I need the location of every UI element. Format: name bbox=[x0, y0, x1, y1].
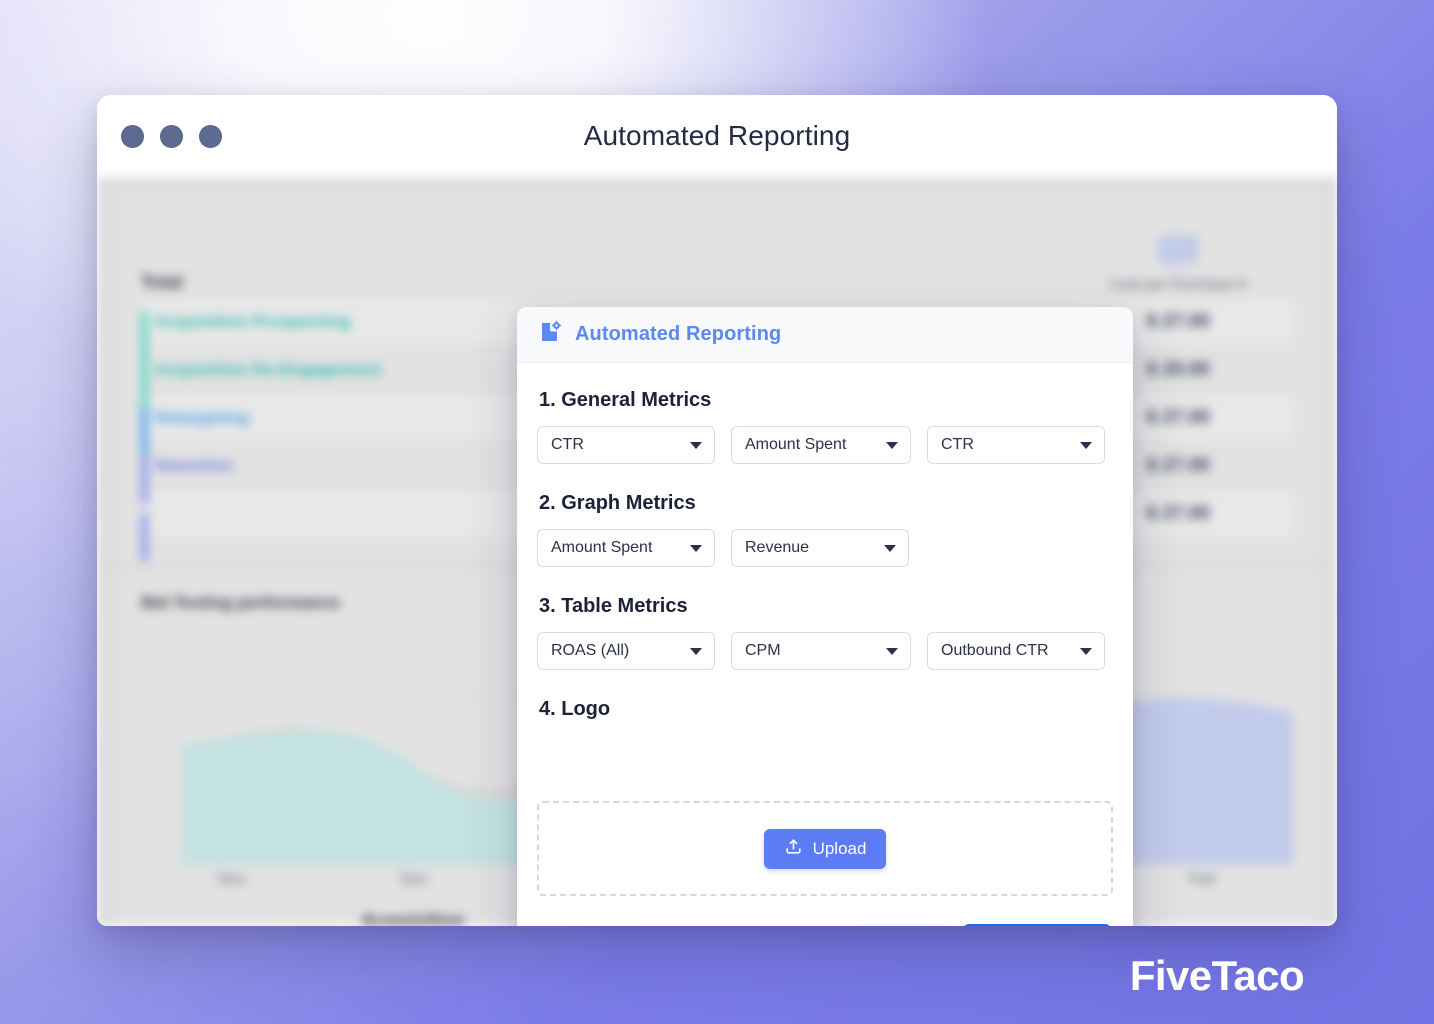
table-header-row: Total Cost per Purchase ▾ bbox=[141, 211, 1293, 297]
x-axis-tick-label: Nov bbox=[217, 871, 247, 888]
traffic-light-controls[interactable] bbox=[121, 124, 222, 148]
graph-metric-2-value: Revenue bbox=[745, 539, 810, 556]
table-row-color-bar bbox=[141, 406, 148, 456]
table-metric-3-select[interactable]: Outbound CTR bbox=[927, 632, 1105, 670]
table-metric-3-value: Outbound CTR bbox=[941, 642, 1049, 659]
upload-icon bbox=[784, 837, 803, 861]
general-metric-2-select[interactable]: Amount Spent bbox=[731, 426, 911, 464]
section-label-table-metrics: 3. Table Metrics bbox=[539, 595, 688, 617]
chevron-down-icon bbox=[690, 544, 702, 552]
table-metric-1-select[interactable]: ROAS (All) bbox=[537, 632, 715, 670]
chevron-down-icon bbox=[690, 647, 702, 655]
section-label-general-metrics: 1. General Metrics bbox=[539, 389, 712, 411]
table-title: Total bbox=[141, 272, 183, 292]
x-axis-tick-label: Feb bbox=[1188, 871, 1216, 888]
section-label-logo: 4. Logo bbox=[539, 698, 611, 720]
table-row-name: Retention bbox=[141, 454, 441, 504]
graph-metric-2-select[interactable]: Revenue bbox=[731, 529, 909, 567]
table-column-header-label: Cost per Purchase bbox=[1110, 276, 1235, 293]
chevron-down-icon bbox=[1080, 441, 1092, 449]
table-column-header-cost-per-purchase[interactable]: Cost per Purchase ▾ bbox=[1063, 235, 1293, 297]
close-window-button[interactable] bbox=[121, 124, 144, 148]
general-metric-2-value: Amount Spent bbox=[745, 436, 847, 453]
table-row-name: Acquisition Re-Engagement bbox=[141, 358, 441, 408]
graph-metric-1-select[interactable]: Amount Spent bbox=[537, 529, 715, 567]
chevron-down-icon bbox=[690, 441, 702, 449]
upload-button-label: Upload bbox=[812, 838, 867, 858]
upload-button[interactable]: Upload bbox=[763, 828, 887, 869]
chevron-down-icon bbox=[1080, 647, 1092, 655]
modal-footer: Cancel Save Changes bbox=[517, 896, 1133, 926]
general-metric-1-value: CTR bbox=[551, 436, 584, 453]
table-row-color-bar bbox=[141, 454, 148, 504]
modal-body: 1. General Metrics CTR Amount Spent CTR … bbox=[517, 363, 1133, 787]
graph-metric-1-value: Amount Spent bbox=[551, 539, 653, 556]
maximize-window-button[interactable] bbox=[199, 124, 222, 148]
table-metric-2-select[interactable]: CPM bbox=[731, 632, 911, 670]
brand-logo: FiveTaco bbox=[1129, 952, 1305, 999]
modal-title: Automated Reporting bbox=[575, 323, 782, 345]
app-window: Automated Reporting Total Cost per Purch… bbox=[97, 95, 1337, 926]
section-label-graph-metrics: 2. Graph Metrics bbox=[539, 492, 696, 514]
automated-reporting-modal: Automated Reporting 1. General Metrics C… bbox=[517, 307, 1133, 926]
general-metrics-row: CTR Amount Spent CTR bbox=[537, 426, 1113, 464]
cancel-button[interactable]: Cancel bbox=[858, 924, 952, 926]
chevron-down-icon bbox=[884, 544, 896, 552]
modal-header: Automated Reporting bbox=[517, 307, 1133, 363]
table-metric-1-value: ROAS (All) bbox=[551, 642, 630, 659]
table-metrics-row: ROAS (All) CPM Outbound CTR bbox=[537, 632, 1113, 670]
chevron-down-icon bbox=[886, 441, 898, 449]
table-metric-2-value: CPM bbox=[745, 642, 781, 659]
general-metric-3-value: CTR bbox=[941, 436, 974, 453]
sort-caret-icon: ▾ bbox=[1238, 276, 1246, 293]
general-metric-1-select[interactable]: CTR bbox=[537, 426, 715, 464]
window-titlebar: Automated Reporting bbox=[97, 95, 1337, 177]
chart-preview-icon bbox=[1158, 235, 1198, 271]
chart-left-title-text: Bid Testing performance bbox=[141, 593, 340, 612]
graph-metrics-row: Amount Spent Revenue bbox=[537, 529, 1113, 567]
logo-dropzone[interactable]: Upload bbox=[537, 801, 1113, 896]
report-gear-icon bbox=[539, 320, 563, 349]
window-title: Automated Reporting bbox=[583, 120, 851, 151]
x-axis-tick-label: Dec bbox=[400, 871, 429, 888]
general-metric-3-select[interactable]: CTR bbox=[927, 426, 1105, 464]
table-row-color-bar bbox=[141, 358, 148, 408]
table-row-name: Acquisition Prospecting bbox=[141, 310, 441, 360]
table-row-color-bar bbox=[141, 512, 148, 561]
table-row-color-bar bbox=[141, 310, 148, 360]
chevron-down-icon bbox=[886, 647, 898, 655]
minimize-window-button[interactable] bbox=[160, 124, 183, 148]
save-changes-button[interactable]: Save Changes bbox=[963, 924, 1111, 926]
table-row-name: Retargeting bbox=[141, 406, 441, 456]
